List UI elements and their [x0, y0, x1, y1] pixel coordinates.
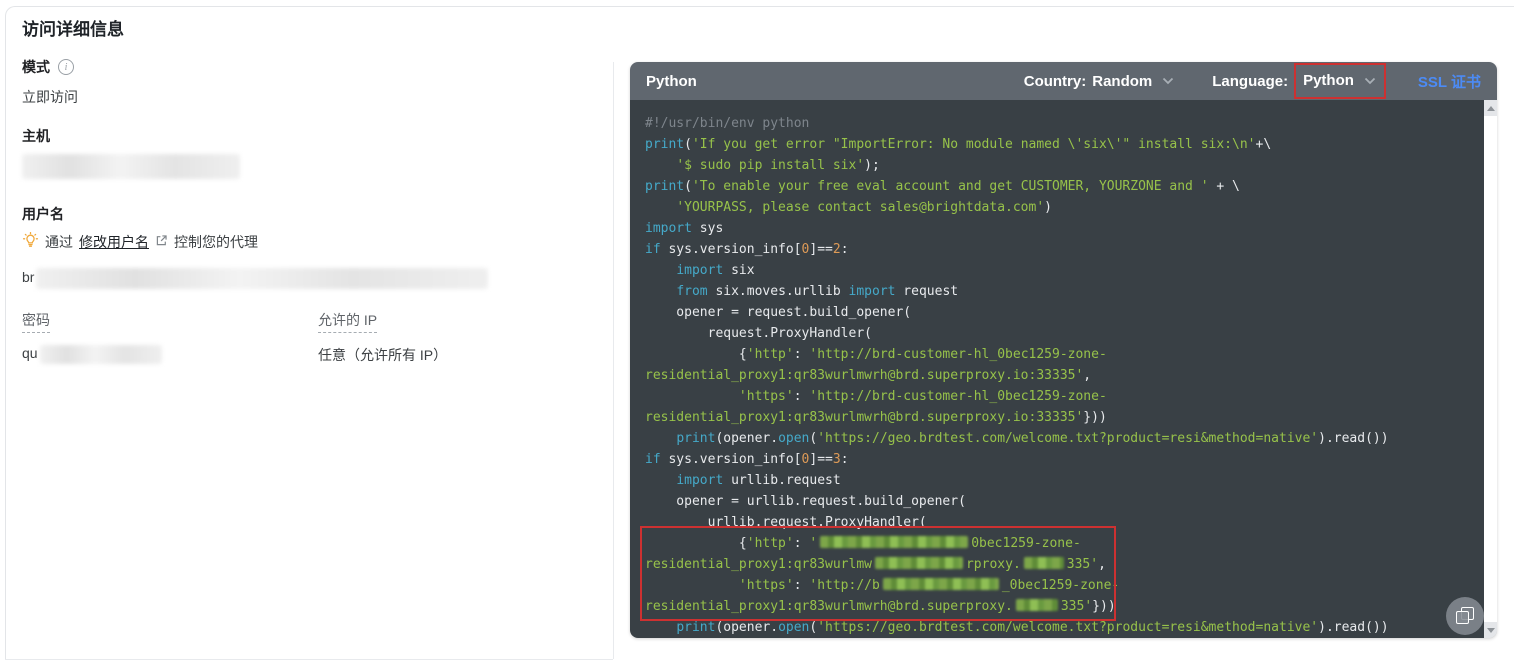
code-panel-title: Python — [646, 73, 697, 90]
country-label: Country: — [1024, 73, 1087, 90]
mode-value: 立即访问 — [22, 87, 78, 107]
triangle-up-icon — [1487, 106, 1495, 111]
username-value-redacted — [36, 268, 488, 289]
allowed-ip-label: 允许的 IP — [318, 310, 377, 333]
username-label: 用户名 — [22, 206, 64, 222]
mode-label: 模式 — [22, 57, 50, 77]
password-label: 密码 — [22, 310, 50, 333]
language-value: Python — [1303, 72, 1354, 89]
username-tip-suffix: 控制您的代理 — [174, 232, 258, 252]
language-value-highlight: Python — [1294, 63, 1386, 99]
scroll-down-button[interactable] — [1484, 622, 1497, 638]
section-bottom-divider — [5, 659, 613, 660]
code-panel: Python Country: Random Language: Python … — [630, 62, 1497, 638]
host-field: 主机 — [22, 126, 240, 179]
scrollbar[interactable] — [1484, 100, 1497, 638]
triangle-down-icon — [1487, 628, 1495, 633]
info-icon[interactable]: i — [58, 59, 74, 75]
allowed-ip-field: 允许的 IP 任意（允许所有 IP） — [318, 310, 447, 365]
copy-button[interactable] — [1446, 597, 1484, 635]
code-lines: #!/usr/bin/env pythonprint('If you get e… — [630, 100, 1497, 638]
host-label: 主机 — [22, 128, 50, 144]
password-value-visible: qu — [22, 345, 38, 361]
allowed-ip-value: 任意（允许所有 IP） — [318, 345, 447, 365]
username-value-visible: br — [22, 269, 34, 285]
edit-username-link[interactable]: 修改用户名 — [79, 232, 149, 252]
country-value: Random — [1092, 73, 1152, 90]
page-title: 访问详细信息 — [22, 15, 124, 40]
ssl-cert-link[interactable]: SSL 证书 — [1418, 71, 1481, 92]
code-panel-header: Python Country: Random Language: Python … — [630, 62, 1497, 100]
scroll-up-button[interactable] — [1484, 100, 1497, 116]
host-value-redacted — [22, 154, 240, 179]
password-field: 密码 qu — [22, 310, 162, 364]
chevron-down-icon — [1162, 77, 1174, 85]
access-details-page: 访问详细信息 模式 i 立即访问 主机 用户名 — [0, 0, 1514, 663]
code-editor[interactable]: #!/usr/bin/env pythonprint('If you get e… — [630, 100, 1497, 638]
username-tip-prefix: 通过 — [45, 232, 73, 252]
username-field: 用户名 通过 修改用户名 控制您的代理 br — [22, 204, 488, 289]
language-dropdown[interactable]: Language: Python — [1212, 71, 1380, 91]
language-label: Language: — [1212, 73, 1288, 90]
chevron-down-icon — [1364, 77, 1376, 85]
password-value-redacted — [40, 345, 162, 364]
country-dropdown[interactable]: Country: Random — [1024, 73, 1175, 90]
lightbulb-icon — [22, 232, 39, 252]
column-divider — [613, 62, 614, 659]
copy-icon — [1456, 607, 1474, 625]
external-link-icon — [155, 234, 168, 250]
mode-field: 模式 i 立即访问 — [22, 57, 78, 107]
